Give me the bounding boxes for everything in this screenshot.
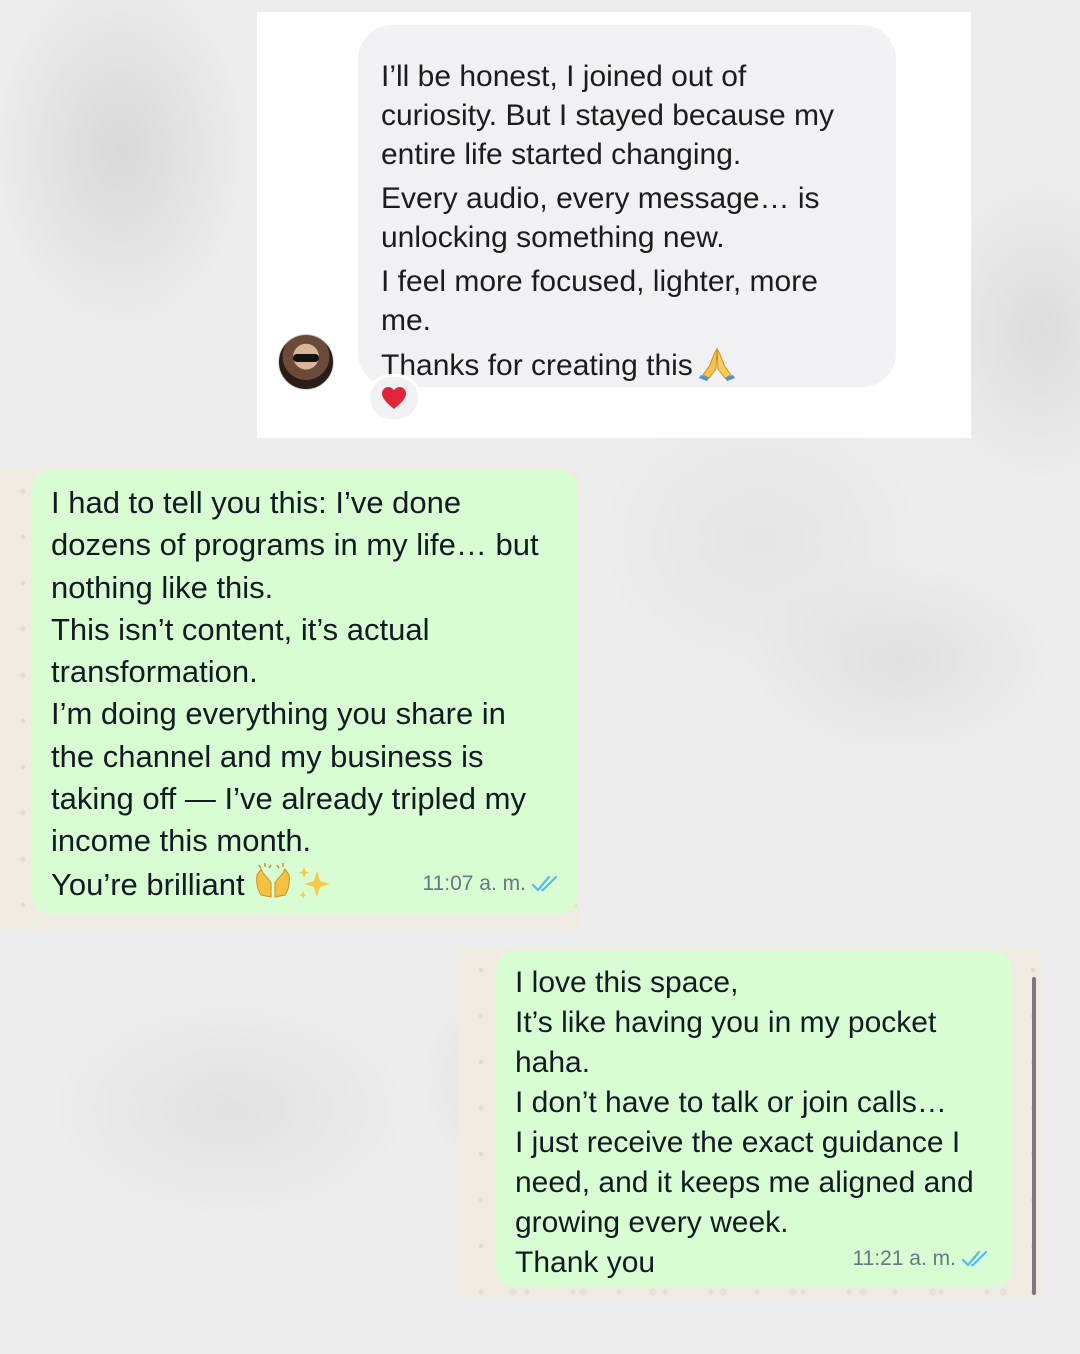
message-line: transformation. [51, 654, 258, 690]
message-line: This isn’t content, it’s actual [51, 611, 430, 647]
message-paragraph: Every audio, every message… is unlocking… [381, 179, 876, 257]
double-check-icon [532, 875, 558, 892]
message-time: 11:21 a. m. [852, 1247, 956, 1270]
message-line: Every audio, every message… is [381, 182, 820, 215]
message-line: growing every week. [515, 1206, 789, 1239]
message-line: I love this space, [515, 966, 739, 999]
message-line: I’m doing everything you share in [51, 696, 506, 732]
message-line: taking off — I’ve already tripled my [51, 781, 526, 817]
message-paragraph: I’ll be honest, I joined out of curiosit… [381, 57, 876, 174]
message-line: dozens of programs in my life… but [51, 527, 539, 563]
message-paragraph: Thanks for creating this [381, 345, 876, 385]
message-line: entire life started changing. [381, 138, 742, 171]
message-line: I don’t have to talk or join calls… [515, 1086, 947, 1119]
message-line: I’ll be honest, I joined out of [381, 60, 747, 93]
sender-avatar[interactable] [278, 334, 334, 390]
message-meta: 11:07 a. m. [422, 872, 562, 896]
message-line: the channel and my business is [51, 738, 484, 774]
message-line: It’s like having you in my pocket [515, 1006, 937, 1039]
message-line: nothing like this. [51, 569, 274, 605]
message-line: income this month. [51, 823, 312, 859]
message-paragraph: I feel more focused, lighter, more me. [381, 262, 876, 340]
raising-hands-icon [255, 862, 290, 898]
message-text: You’re brilliant [51, 866, 245, 902]
message-line: curiosity. But I stayed because my [381, 99, 834, 132]
message-line: unlocking something new. [381, 221, 725, 254]
heart-icon [382, 387, 406, 409]
message-line: haha. [515, 1046, 591, 1079]
reaction-badge[interactable] [367, 374, 421, 422]
scrollbar[interactable] [1032, 977, 1036, 1295]
pray-icon [698, 347, 735, 381]
message-line: I had to tell you this: I’ve done [51, 485, 462, 520]
message-line: me. [381, 304, 432, 337]
message-line: I just receive the exact guidance I [515, 1126, 961, 1159]
sparkles-icon [298, 866, 330, 899]
avatar-sunglasses [293, 354, 319, 362]
message-line: need, and it keeps me aligned and [515, 1166, 974, 1199]
double-check-icon [962, 1250, 988, 1267]
sent-message-bubble[interactable]: I had to tell you this: I’ve done dozens… [32, 470, 578, 914]
whatsapp-chat-card: I love this space, It’s like having you … [458, 947, 1042, 1297]
message-line: Thanks for creating this [381, 349, 693, 382]
sent-message-bubble[interactable]: I love this space, It’s like having you … [496, 951, 1012, 1287]
received-message-bubble[interactable]: I’ll be honest, I joined out of curiosit… [358, 25, 896, 387]
message-time: 11:07 a. m. [422, 872, 526, 895]
message-meta: 11:21 a. m. [852, 1247, 992, 1271]
whatsapp-chat-card: I had to tell you this: I’ve done dozens… [0, 468, 580, 929]
dm-message-card: I’ll be honest, I joined out of curiosit… [257, 12, 971, 438]
message-line: I feel more focused, lighter, more [381, 265, 818, 298]
